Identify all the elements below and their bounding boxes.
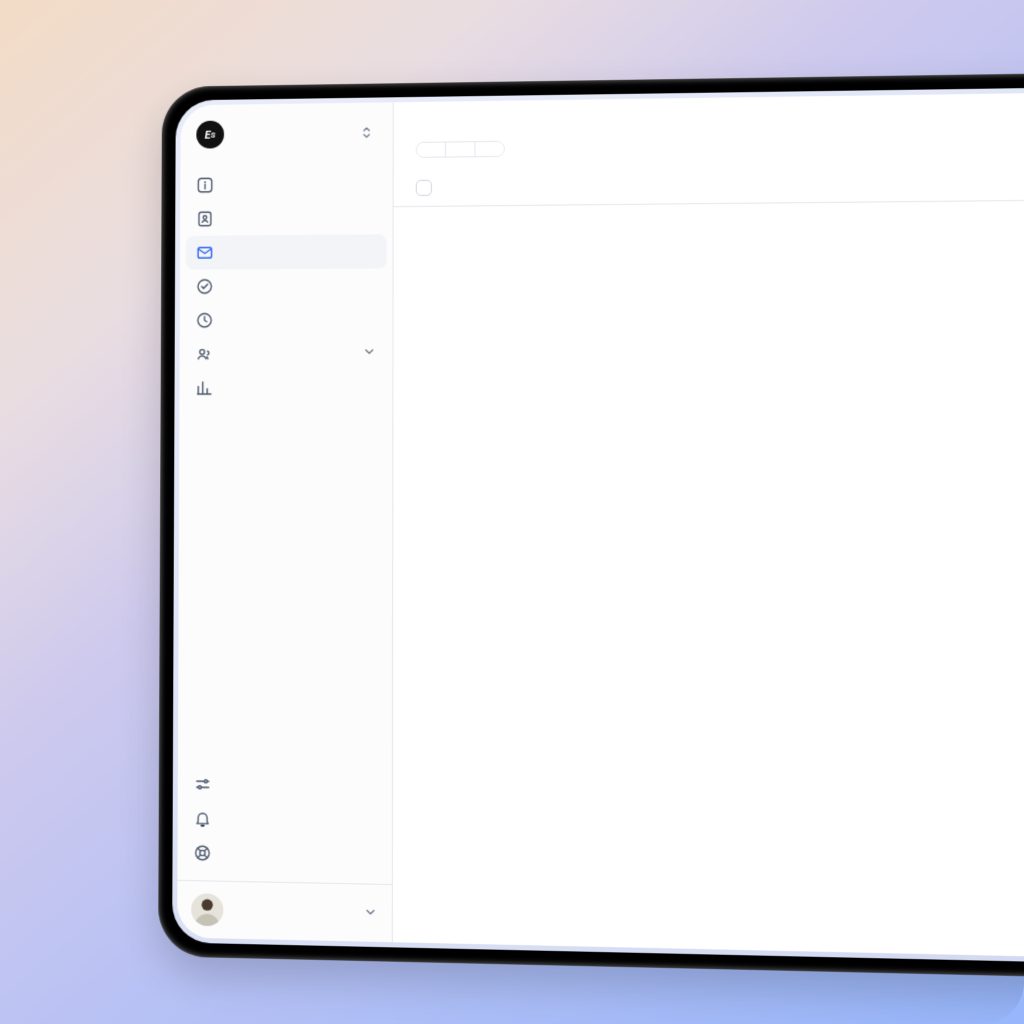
select-all-checkbox[interactable]	[416, 180, 432, 196]
inbox-icon	[196, 244, 214, 262]
sidebar-item-analytics[interactable]	[185, 371, 386, 405]
sidebar: ES	[177, 102, 394, 942]
workspace-switcher[interactable]: ES	[180, 102, 392, 166]
bell-icon	[194, 809, 212, 827]
brand-logo: ES	[196, 121, 224, 149]
app-screen: ES	[177, 88, 1024, 965]
segment-calls[interactable]	[446, 142, 475, 156]
page-title	[394, 88, 1024, 136]
contacts-icon	[196, 210, 214, 228]
device-frame: ES	[158, 68, 1024, 985]
sliders-icon	[194, 775, 212, 793]
assignments-table	[394, 159, 1024, 207]
sidebar-item-preferences[interactable]	[184, 767, 386, 805]
main-pane	[393, 88, 1024, 965]
chevron-down-icon	[363, 903, 377, 923]
sidebar-item-closed[interactable]	[186, 268, 387, 303]
sidebar-item-assigned[interactable]	[186, 234, 387, 269]
lifebuoy-icon	[193, 844, 211, 863]
user-menu[interactable]	[177, 880, 392, 942]
sidebar-item-teams[interactable]	[185, 336, 386, 371]
check-icon	[196, 277, 214, 295]
chevron-down-icon	[362, 345, 376, 363]
sidebar-item-snoozed[interactable]	[186, 302, 387, 337]
table-header	[394, 159, 1024, 207]
avatar	[191, 893, 223, 926]
sidebar-secondary	[177, 761, 392, 884]
sidebar-item-getting-started[interactable]	[186, 166, 386, 202]
info-icon	[196, 176, 214, 194]
updown-icon	[357, 122, 377, 142]
col-channel	[629, 180, 1024, 185]
clock-icon	[196, 311, 214, 329]
team-icon	[195, 345, 213, 363]
segment-conversations[interactable]	[475, 142, 503, 156]
col-contact	[446, 186, 629, 188]
sidebar-item-contacts[interactable]	[186, 200, 387, 236]
sidebar-item-notifications[interactable]	[184, 801, 386, 839]
segmented-filter	[416, 141, 505, 158]
sidebar-nav	[178, 164, 393, 764]
segment-all[interactable]	[417, 143, 446, 157]
sidebar-item-support[interactable]	[183, 835, 385, 873]
analytics-icon	[195, 379, 213, 397]
